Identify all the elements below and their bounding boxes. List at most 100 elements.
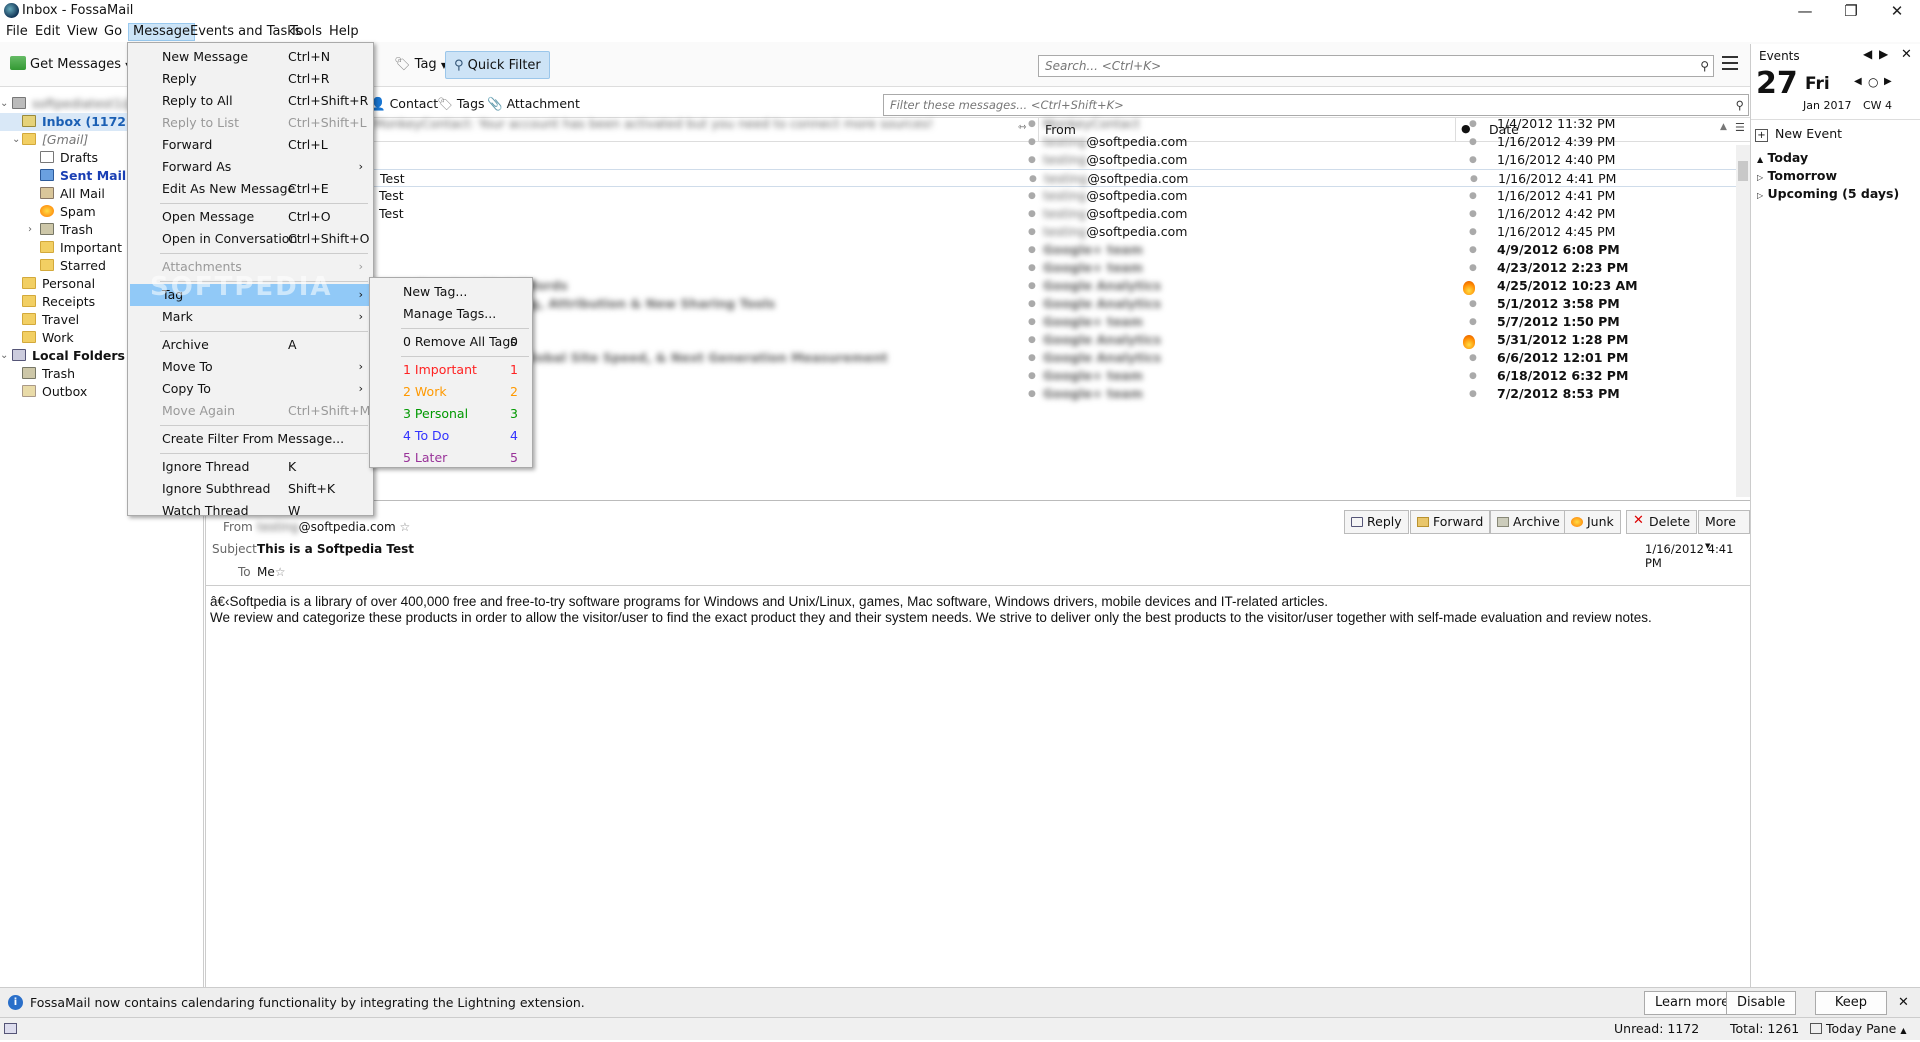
table-row[interactable]: Test ● testing@softpedia.com ● 1/16/2012 4:4… xyxy=(205,205,1750,223)
twisty-icon[interactable]: ⌄ xyxy=(0,95,8,113)
read-status-icon[interactable]: ● xyxy=(1028,295,1036,313)
read-status-icon[interactable]: ● xyxy=(1028,205,1036,223)
twisty-icon[interactable]: ⌄ xyxy=(0,347,8,365)
table-row[interactable]: ● testing@softpedia.com ● 1/16/2012 4:45 PM xyxy=(205,223,1750,241)
menu-edit[interactable]: Edit xyxy=(31,23,64,41)
menu-item-edit-as-new-message[interactable]: Edit As New Message Ctrl+E xyxy=(130,178,371,200)
table-row[interactable]: Test ● testing@softpedia.com ● 1/16/2012 4:4… xyxy=(205,169,1750,187)
twisty-icon[interactable]: ⌄ xyxy=(12,131,20,149)
quick-filter-button[interactable]: ⚲ Quick Filter xyxy=(445,51,550,79)
menu-item-watch-thread[interactable]: Watch Thread W xyxy=(130,500,371,522)
read-status-icon[interactable]: ● xyxy=(1028,241,1036,259)
menu-item-move-to[interactable]: Move To › xyxy=(130,356,371,378)
keep-button[interactable]: Keep xyxy=(1815,991,1887,1015)
junk-status-icon[interactable]: ● xyxy=(1470,170,1478,188)
menu-go[interactable]: Go xyxy=(100,23,126,41)
junk-status-icon[interactable]: ● xyxy=(1469,151,1477,169)
read-status-icon[interactable]: ● xyxy=(1028,367,1036,385)
reply-button[interactable]: Reply xyxy=(1344,510,1409,534)
search-input[interactable]: Search... <Ctrl+K> ⚲ xyxy=(1038,55,1714,77)
table-row[interactable]: ● Google+ team ● 4/23/2012 2:23 PM xyxy=(205,259,1750,277)
read-status-icon[interactable]: ● xyxy=(1028,331,1036,349)
events-section-today[interactable]: ▲ Today xyxy=(1757,149,1808,169)
menu-item-reply-to-all[interactable]: Reply to All Ctrl+Shift+R xyxy=(130,90,371,112)
app-menu-icon[interactable] xyxy=(1722,56,1738,70)
read-status-icon[interactable]: ● xyxy=(1028,385,1036,403)
previous-arrow-icon[interactable]: ◀ xyxy=(1863,47,1872,61)
tag-item[interactable]: 2 Work 2 xyxy=(372,381,530,403)
junk-status-icon[interactable]: ● xyxy=(1469,241,1477,259)
delete-button[interactable]: ✕ Delete xyxy=(1626,510,1698,534)
more-button[interactable]: More ▼ xyxy=(1698,510,1750,550)
menu-item-open-in-conversation[interactable]: Open in Conversation Ctrl+Shift+O xyxy=(130,228,371,250)
menu-item-ignore-subthread[interactable]: Ignore Subthread Shift+K xyxy=(130,478,371,500)
junk-status-icon[interactable]: ● xyxy=(1469,313,1477,331)
from-value[interactable]: testing@softpedia.com ☆ xyxy=(257,520,410,534)
tag-item[interactable]: 1 Important 1 xyxy=(372,359,530,381)
read-status-icon[interactable]: ● xyxy=(1028,151,1036,169)
next-day-icon[interactable]: ▶ xyxy=(1884,76,1892,87)
scrollbar-thumb[interactable] xyxy=(1738,161,1748,181)
junk-flame-icon[interactable] xyxy=(1463,281,1475,295)
menu-item-mark[interactable]: Mark › xyxy=(130,306,371,328)
junk-status-icon[interactable]: ● xyxy=(1469,205,1477,223)
archive-button[interactable]: Archive xyxy=(1490,510,1567,534)
close-icon[interactable]: ✕ xyxy=(1898,995,1909,1010)
tag-item[interactable]: New Tag... xyxy=(372,281,530,303)
star-icon[interactable]: ☆ xyxy=(400,520,411,534)
menu-item-ignore-thread[interactable]: Ignore Thread K xyxy=(130,456,371,478)
close-button[interactable]: ✕ xyxy=(1874,0,1920,22)
menu-help[interactable]: Help xyxy=(325,23,363,41)
menu-item-open-message[interactable]: Open Message Ctrl+O xyxy=(130,206,371,228)
read-status-icon[interactable]: ● xyxy=(1028,349,1036,367)
junk-status-icon[interactable]: ● xyxy=(1469,115,1477,133)
junk-status-icon[interactable]: ● xyxy=(1469,385,1477,403)
read-status-icon[interactable]: ● xyxy=(1028,115,1036,133)
new-event-button[interactable]: + New Event xyxy=(1755,124,1842,144)
menu-item-archive[interactable]: Archive A xyxy=(130,334,371,356)
star-icon[interactable]: ☆ xyxy=(275,565,286,579)
junk-status-icon[interactable]: ● xyxy=(1469,187,1477,205)
tag-item[interactable]: 3 Personal 3 xyxy=(372,403,530,425)
next-arrow-icon[interactable]: ▶ xyxy=(1879,47,1888,61)
read-status-icon[interactable]: ● xyxy=(1028,277,1036,295)
read-status-icon[interactable]: ● xyxy=(1028,259,1036,277)
table-row[interactable]: ● Google+ team ● 4/9/2012 6:08 PM xyxy=(205,241,1750,259)
junk-button[interactable]: Junk xyxy=(1564,510,1621,534)
menu-item-reply-to-list[interactable]: Reply to List Ctrl+Shift+L xyxy=(130,112,371,134)
previous-day-icon[interactable]: ◀ xyxy=(1854,76,1862,87)
today-icon[interactable]: ○ xyxy=(1868,75,1878,89)
tag-item[interactable]: 4 To Do 4 xyxy=(372,425,530,447)
minimize-button[interactable]: — xyxy=(1782,0,1828,22)
menu-item-reply[interactable]: Reply Ctrl+R xyxy=(130,68,371,90)
junk-status-icon[interactable]: ● xyxy=(1469,367,1477,385)
events-section-tomorrow[interactable]: ▷ Tomorrow xyxy=(1757,167,1837,187)
today-pane-toggle[interactable]: Today Pane ▲ xyxy=(1810,1018,1907,1042)
menu-tools[interactable]: Tools xyxy=(286,23,326,41)
table-row[interactable]: ● testing@softpedia.com ● 1/16/2012 4:40 PM xyxy=(205,151,1750,169)
tag-item[interactable]: Manage Tags... xyxy=(372,303,530,325)
junk-status-icon[interactable]: ● xyxy=(1469,259,1477,277)
get-messages-button[interactable]: Get Messages ▼ xyxy=(2,51,139,79)
menu-message[interactable]: Message xyxy=(128,23,195,41)
table-row[interactable]: ● testing@softpedia.com ● 1/16/2012 4:39 PM xyxy=(205,133,1750,151)
menu-file[interactable]: File xyxy=(2,23,32,41)
menu-view[interactable]: View xyxy=(63,23,102,41)
table-row[interactable]: Test ● testing@softpedia.com ● 1/16/2012 4:4… xyxy=(205,187,1750,205)
junk-flame-icon[interactable] xyxy=(1463,335,1475,349)
tag-item[interactable]: 0 Remove All Tags 0 xyxy=(372,331,530,353)
message-list-scrollbar[interactable] xyxy=(1736,145,1750,497)
read-status-icon[interactable]: ● xyxy=(1028,313,1036,331)
twisty-icon[interactable]: › xyxy=(28,221,32,239)
restore-button[interactable]: ❐ xyxy=(1828,0,1874,22)
read-status-icon[interactable]: ● xyxy=(1028,187,1036,205)
menu-item-move-again[interactable]: Move Again Ctrl+Shift+M xyxy=(130,400,371,422)
to-value[interactable]: Me☆ xyxy=(257,565,286,579)
disable-button[interactable]: Disable xyxy=(1726,991,1796,1015)
menu-item-forward-as[interactable]: Forward As › xyxy=(130,156,371,178)
junk-status-icon[interactable]: ● xyxy=(1469,295,1477,313)
menu-item-new-message[interactable]: New Message Ctrl+N xyxy=(130,46,371,68)
tag-item[interactable]: 5 Later 5 xyxy=(372,447,530,469)
junk-status-icon[interactable]: ● xyxy=(1469,349,1477,367)
splitter[interactable] xyxy=(205,500,1750,501)
